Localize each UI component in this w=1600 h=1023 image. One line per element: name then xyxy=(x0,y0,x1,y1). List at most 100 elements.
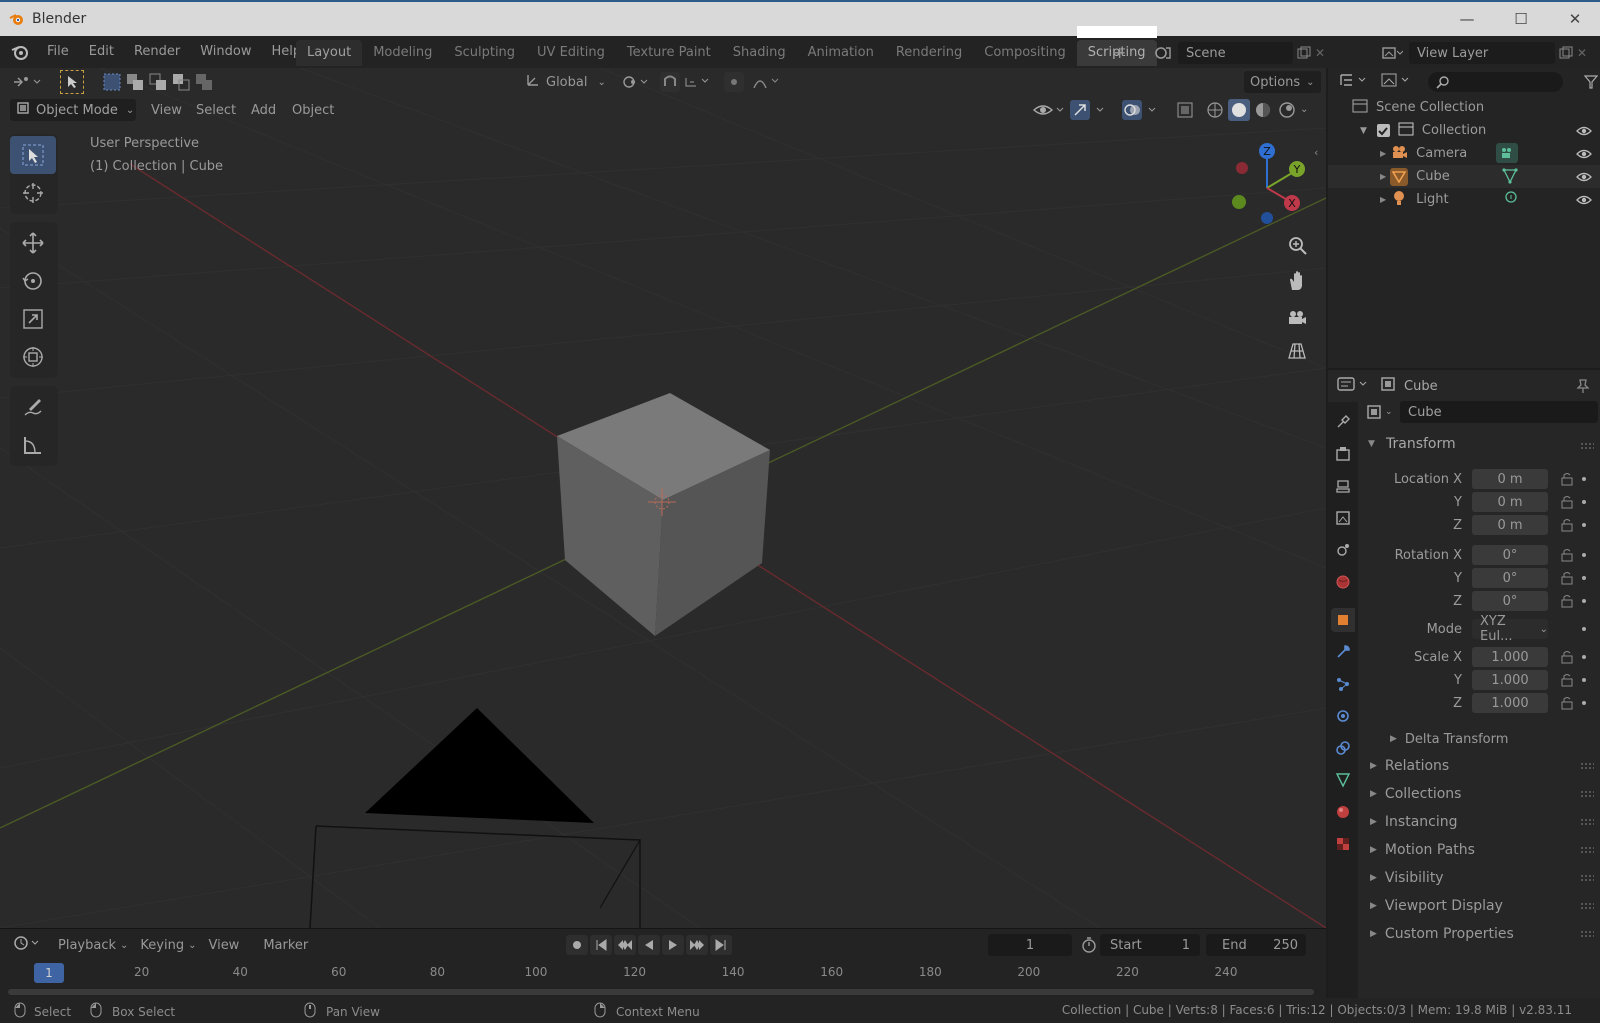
new-scene-icon[interactable] xyxy=(1293,46,1315,60)
delta-transform-subpanel[interactable]: ▶ Delta Transform xyxy=(1360,726,1600,752)
annotate-tool-icon[interactable] xyxy=(10,388,56,426)
play-icon[interactable] xyxy=(662,935,684,955)
move-tool-icon[interactable] xyxy=(10,224,56,262)
panel-visibility[interactable]: ▶ Visibility xyxy=(1360,865,1600,891)
snap-icon[interactable] xyxy=(660,72,714,96)
display-mode-icon[interactable] xyxy=(1380,71,1414,93)
start-frame-field[interactable]: Start 1 xyxy=(1100,934,1200,956)
rotation-z-field[interactable]: 0° xyxy=(1472,591,1548,611)
world-properties-icon[interactable] xyxy=(1331,570,1355,594)
keyframe-dot-icon[interactable] xyxy=(1582,655,1586,659)
xray-toggle-icon[interactable] xyxy=(1175,100,1195,124)
render-properties-icon[interactable] xyxy=(1331,442,1355,466)
lock-icon[interactable] xyxy=(1560,518,1574,532)
blender-menu-icon[interactable] xyxy=(9,41,31,63)
timeline-marker-menu[interactable]: Marker xyxy=(257,934,314,956)
pivot-point-icon[interactable] xyxy=(620,73,650,95)
menu-render[interactable]: Render xyxy=(124,36,190,68)
outliner-scene-collection[interactable]: Scene Collection xyxy=(1328,96,1600,119)
jump-end-icon[interactable] xyxy=(710,935,732,955)
options-dropdown[interactable]: Options ⌄ xyxy=(1244,71,1321,93)
panel-collections[interactable]: ▶ Collections xyxy=(1360,781,1600,807)
lock-icon[interactable] xyxy=(1560,594,1574,608)
drag-handle-icon[interactable] xyxy=(1580,846,1594,854)
panel-viewport-display[interactable]: ▶ Viewport Display xyxy=(1360,893,1600,919)
view-layer-name-field[interactable]: View Layer xyxy=(1409,42,1555,64)
collection-checkbox[interactable] xyxy=(1376,124,1390,137)
filter-icon[interactable] xyxy=(1583,74,1599,94)
keyframe-dot-icon[interactable] xyxy=(1582,523,1586,527)
panel-custom-properties[interactable]: ▶ Custom Properties xyxy=(1360,921,1600,947)
timeline-playback-menu[interactable]: Playback ⌄ xyxy=(52,934,134,956)
view-layer-selector[interactable]: View Layer ✕ xyxy=(1375,41,1595,65)
shading-options-chevron-icon[interactable]: ⌄ xyxy=(1300,104,1308,115)
tab-compositing[interactable]: Compositing xyxy=(973,40,1077,66)
scale-x-field[interactable]: 1.000 xyxy=(1472,647,1548,667)
lock-icon[interactable] xyxy=(1560,472,1574,486)
outliner-editor-type-icon[interactable] xyxy=(1338,71,1370,93)
selection-mode-icons[interactable] xyxy=(102,72,214,92)
drag-handle-icon[interactable] xyxy=(1580,874,1594,882)
timeline-scrollbar[interactable] xyxy=(8,989,1314,995)
viewport-menu-view[interactable]: View xyxy=(145,99,188,121)
eye-icon[interactable] xyxy=(1576,171,1592,183)
sidebar-toggle-chevron-icon[interactable]: ‹ xyxy=(1314,146,1318,159)
output-properties-icon[interactable] xyxy=(1331,474,1355,498)
outliner-search-input[interactable] xyxy=(1428,72,1563,92)
select-tool-icon[interactable] xyxy=(60,70,84,94)
menu-file[interactable]: File xyxy=(37,36,79,68)
eye-icon[interactable] xyxy=(1576,148,1592,160)
drag-handle-icon[interactable] xyxy=(1580,818,1594,826)
mesh-data-icon[interactable] xyxy=(1502,168,1518,188)
camera-object[interactable] xyxy=(309,708,641,928)
location-z-field[interactable]: 0 m xyxy=(1472,515,1548,535)
scene-selector[interactable]: Scene ✕ xyxy=(1148,41,1333,65)
object-name-field[interactable]: Cube xyxy=(1400,401,1598,423)
keyframe-dot-icon[interactable] xyxy=(1582,553,1586,557)
overlays-toggle-icon[interactable] xyxy=(1122,100,1162,124)
object-mode-dropdown[interactable]: Object Mode ⌄ xyxy=(10,99,136,121)
tool-properties-icon[interactable] xyxy=(1331,410,1355,434)
drag-handle-icon[interactable] xyxy=(1580,930,1594,938)
viewport-menu-add[interactable]: Add xyxy=(245,99,282,121)
location-x-field[interactable]: 0 m xyxy=(1472,469,1548,489)
camera-data-icon[interactable] xyxy=(1496,143,1518,163)
tab-uv-editing[interactable]: UV Editing xyxy=(526,40,616,66)
object-properties-tab-icon[interactable] xyxy=(1331,608,1355,632)
expand-arrow-icon[interactable]: ▶ xyxy=(1380,172,1386,181)
delete-scene-icon[interactable]: ✕ xyxy=(1315,46,1333,60)
keyframe-dot-icon[interactable] xyxy=(1582,627,1586,631)
rotate-tool-icon[interactable] xyxy=(10,262,56,300)
keyframe-dot-icon[interactable] xyxy=(1582,678,1586,682)
outliner-light-row[interactable]: ▶ Light xyxy=(1328,188,1600,211)
camera-view-icon[interactable] xyxy=(1282,302,1312,332)
visibility-dropdown-icon[interactable] xyxy=(1032,100,1066,124)
measure-tool-icon[interactable] xyxy=(10,426,56,464)
transform-tool-icon[interactable] xyxy=(10,338,56,376)
stopwatch-icon[interactable] xyxy=(1080,936,1098,958)
delete-view-layer-icon[interactable]: ✕ xyxy=(1577,46,1595,60)
outliner-collection-row[interactable]: ▼ Collection xyxy=(1328,119,1600,142)
drag-handle-icon[interactable] xyxy=(1580,790,1594,798)
select-box-tool-icon[interactable] xyxy=(10,136,56,174)
maximize-button[interactable]: ☐ xyxy=(1494,2,1548,36)
lock-icon[interactable] xyxy=(1560,696,1574,710)
next-keyframe-icon[interactable] xyxy=(686,935,708,955)
lock-icon[interactable] xyxy=(1560,548,1574,562)
new-view-layer-icon[interactable] xyxy=(1555,46,1577,60)
tab-texture-paint[interactable]: Texture Paint xyxy=(616,40,722,66)
expand-arrow-icon[interactable]: ▶ xyxy=(1380,149,1386,158)
collapse-arrow-icon[interactable]: ▼ xyxy=(1368,439,1375,449)
keyframe-dot-icon[interactable] xyxy=(1582,500,1586,504)
3d-viewport[interactable]: Global ⌄ Options ⌄ Object Mode ⌄ View Se… xyxy=(0,68,1326,928)
scale-z-field[interactable]: 1.000 xyxy=(1472,693,1548,713)
menu-window[interactable]: Window xyxy=(190,36,261,68)
proportional-editing-icon[interactable] xyxy=(724,72,784,96)
drag-handle-icon[interactable] xyxy=(1580,762,1594,770)
scale-tool-icon[interactable] xyxy=(10,300,56,338)
viewport-menu-select[interactable]: Select xyxy=(190,99,242,121)
physics-properties-icon[interactable] xyxy=(1331,704,1355,728)
menu-edit[interactable]: Edit xyxy=(79,36,124,68)
tab-shading[interactable]: Shading xyxy=(722,40,797,66)
outliner-camera-row[interactable]: ▶ Camera xyxy=(1328,142,1600,165)
